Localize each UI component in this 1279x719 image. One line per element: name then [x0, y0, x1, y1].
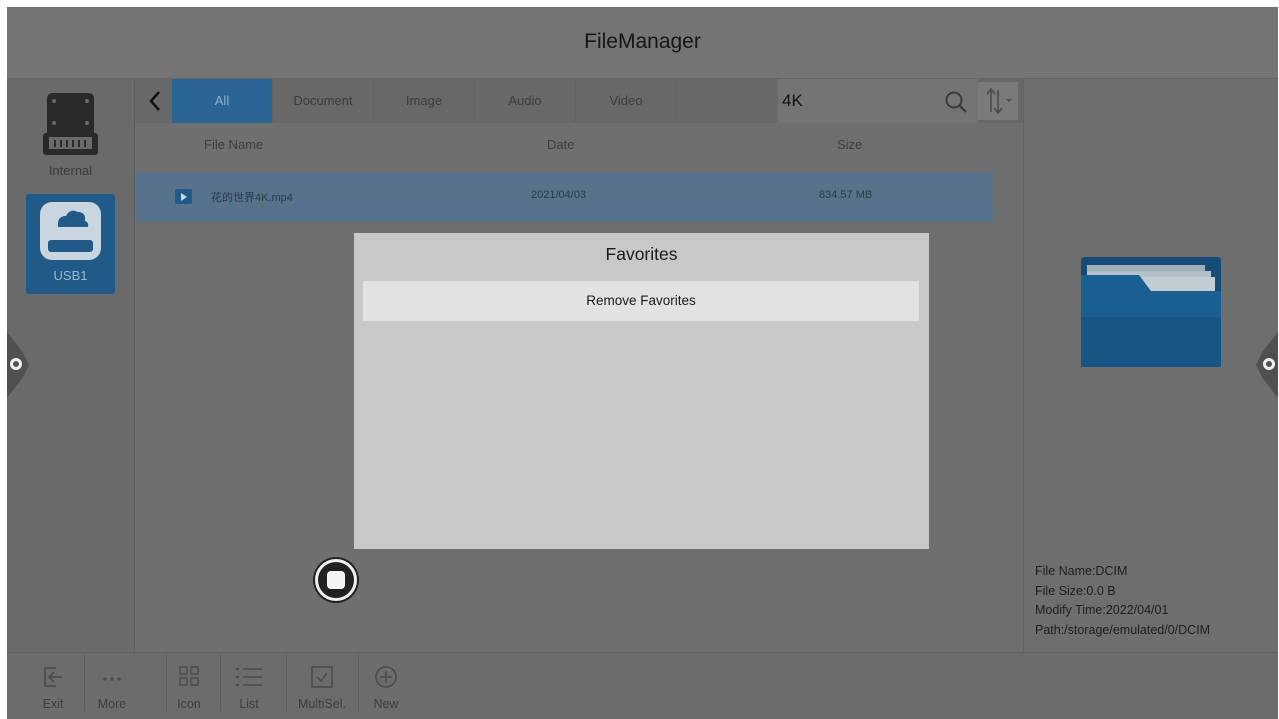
new-label: New	[373, 697, 399, 711]
grid-icon	[179, 666, 199, 686]
remove-favorites-button[interactable]: Remove Favorites	[363, 281, 919, 321]
column-file-name[interactable]: File Name	[204, 137, 263, 152]
detail-path: Path:/storage/emulated/0/DCIM	[1035, 622, 1211, 637]
detail-file-name: File Name:DCIM	[1035, 564, 1128, 578]
preview-panel: File Name:DCIM File Size:0.0 B Modify Ti…	[1023, 79, 1278, 652]
column-size[interactable]: Size	[837, 137, 862, 152]
more-button[interactable]: More	[89, 657, 135, 715]
more-label: More	[97, 697, 127, 711]
file-manager-screen: FileManager Internal USB1 All Document I…	[7, 7, 1278, 719]
table-row[interactable]: 花的世界4K.mp4 2021/04/03 834.57 MB	[135, 172, 993, 222]
folder-icon	[1081, 257, 1221, 367]
multisel-label: MultiSel.	[298, 697, 346, 711]
tab-video[interactable]: Video	[576, 79, 677, 123]
detail-file-size: File Size:0.0 B	[1035, 583, 1116, 598]
tab-all[interactable]: All	[172, 79, 273, 123]
favorites-dialog: Favorites Remove Favorites	[354, 233, 929, 549]
list-label: List	[239, 697, 259, 711]
search-box	[778, 79, 978, 123]
file-details: File Name:DCIM File Size:0.0 B Modify Ti…	[1035, 562, 1210, 640]
plus-circle-icon	[375, 666, 397, 688]
title-bar: FileManager	[7, 7, 1278, 79]
divider	[220, 653, 221, 711]
floating-action-button[interactable]	[315, 559, 357, 601]
hard-drive-icon	[43, 93, 98, 155]
new-button[interactable]: New	[365, 657, 407, 715]
list-view-button[interactable]: List	[229, 657, 269, 715]
device-label: Internal	[48, 163, 93, 178]
usb-drive-icon	[40, 202, 101, 260]
multi-select-button[interactable]: MultiSel.	[294, 657, 350, 715]
file-name-cell: 花的世界4K.mp4	[211, 192, 293, 204]
detail-modify-time: Modify Time:2022/04/01	[1035, 603, 1169, 617]
divider	[84, 653, 85, 711]
tab-bar: All Document Image Audio Video	[135, 79, 1023, 123]
divider	[358, 653, 359, 711]
divider	[286, 653, 287, 711]
file-size-cell: 834.57 MB	[819, 189, 873, 201]
sort-icon[interactable]	[978, 82, 1018, 120]
app-title: FileManager	[584, 30, 701, 53]
list-icon	[236, 668, 262, 686]
device-label: USB1	[53, 268, 88, 283]
device-usb1[interactable]: USB1	[26, 194, 115, 294]
search-input[interactable]	[782, 89, 932, 113]
dialog-title: Favorites	[605, 244, 678, 264]
checkbox-icon	[311, 666, 333, 688]
exit-icon	[44, 667, 62, 687]
icon-label: Icon	[177, 697, 201, 711]
tab-document[interactable]: Document	[273, 79, 374, 123]
divider	[166, 653, 167, 711]
column-date[interactable]: Date	[547, 137, 574, 152]
device-internal[interactable]: Internal	[26, 85, 115, 185]
tab-audio[interactable]: Audio	[475, 79, 576, 123]
file-date-cell: 2021/04/03	[531, 189, 587, 201]
bottom-toolbar: Exit More Icon List MultiSel. New	[7, 652, 1278, 719]
search-icon[interactable]	[943, 89, 969, 115]
column-headers: File Name Date Size	[135, 123, 1023, 167]
tab-image[interactable]: Image	[374, 79, 475, 123]
icon-view-button[interactable]: Icon	[171, 657, 207, 715]
exit-button[interactable]: Exit	[33, 657, 73, 715]
video-file-icon	[175, 189, 192, 204]
settings-icon	[1263, 358, 1275, 370]
back-icon[interactable]	[143, 87, 167, 115]
more-icon	[103, 677, 121, 681]
settings-icon	[10, 358, 22, 370]
exit-label: Exit	[42, 697, 64, 711]
